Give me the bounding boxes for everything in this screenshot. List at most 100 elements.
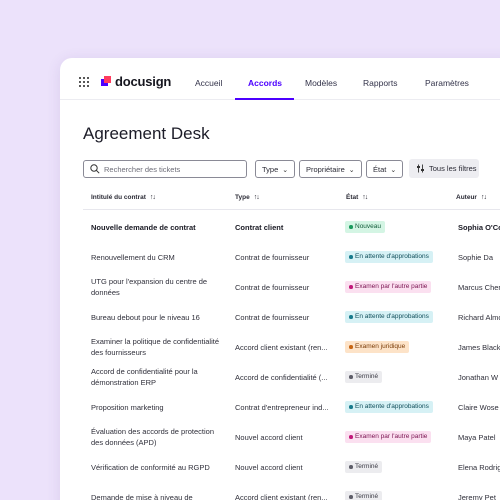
contract-type: Accord client existant (ren... bbox=[235, 493, 328, 500]
active-tab-indicator bbox=[235, 98, 294, 100]
table-row[interactable]: Bureau debout pour le niveau 16 Contrat d… bbox=[60, 303, 500, 333]
column-header-author[interactable]: Auteur ↑↓ bbox=[456, 194, 487, 201]
table-row[interactable]: Proposition marketing Contrat d'entrepren… bbox=[60, 393, 500, 423]
nav-item-parametres[interactable]: Paramètres bbox=[425, 78, 469, 88]
status-label: Examen juridique bbox=[355, 343, 406, 350]
sort-icon: ↑↓ bbox=[480, 194, 487, 201]
table-row[interactable]: Nouvelle demande de contrat Contrat clien… bbox=[60, 213, 500, 243]
sort-icon: ↑↓ bbox=[149, 194, 156, 201]
author-name: Sophia O'Co bbox=[458, 223, 500, 232]
table-row[interactable]: Évaluation des accords de protection des… bbox=[60, 423, 500, 453]
contract-type: Contrat de fournisseur bbox=[235, 283, 310, 292]
search-box[interactable] bbox=[83, 160, 247, 178]
status-label: Examen par l'autre partie bbox=[355, 433, 428, 440]
status-label: En attente d'approbations bbox=[355, 403, 429, 410]
column-title-label: Intitulé du contrat bbox=[91, 194, 146, 201]
status-badge: Terminé bbox=[345, 491, 383, 500]
chevron-down-icon: ⌄ bbox=[282, 167, 289, 174]
contract-title[interactable]: Bureau debout pour le niveau 16 bbox=[91, 312, 221, 323]
nav-item-rapports[interactable]: Rapports bbox=[363, 78, 398, 88]
status-label: Nouveau bbox=[355, 223, 382, 230]
contract-type: Nouvel accord client bbox=[235, 463, 303, 472]
status-dot-icon bbox=[349, 375, 353, 379]
status-dot-icon bbox=[349, 315, 353, 319]
status-badge: En attente d'approbations bbox=[345, 251, 433, 263]
chevron-down-icon: ⌄ bbox=[348, 167, 355, 174]
status-badge: Examen par l'autre partie bbox=[345, 281, 432, 293]
filter-type-dropdown[interactable]: Type ⌄ bbox=[255, 160, 296, 178]
status-badge: Terminé bbox=[345, 461, 383, 473]
contract-title[interactable]: Renouvellement du CRM bbox=[91, 252, 221, 263]
top-navigation-bar: docusign Accueil Accords Modèles Rapport… bbox=[60, 58, 500, 100]
contract-type: Contrat de fournisseur bbox=[235, 253, 310, 262]
author-name: Maya Patel bbox=[458, 433, 496, 442]
status-badge: Examen par l'autre partie bbox=[345, 431, 432, 443]
column-header-state[interactable]: État ↑↓ bbox=[346, 194, 368, 201]
logo-text: docusign bbox=[115, 73, 172, 89]
sort-icon: ↑↓ bbox=[253, 194, 260, 201]
nav-item-modeles[interactable]: Modèles bbox=[305, 78, 337, 88]
contract-type: Accord client existant (ren... bbox=[235, 343, 328, 352]
contract-type: Contrat client bbox=[235, 223, 284, 232]
column-header-type[interactable]: Type ↑↓ bbox=[235, 194, 260, 201]
filter-type-label: Type bbox=[262, 165, 279, 174]
all-filters-label: Tous les filtres bbox=[429, 164, 477, 173]
status-dot-icon bbox=[349, 435, 353, 439]
contract-title[interactable]: Demande de mise à niveau de bbox=[91, 492, 221, 500]
author-name: Elena Rodrig bbox=[458, 463, 500, 472]
contract-title[interactable]: Évaluation des accords de protection des… bbox=[91, 426, 221, 448]
author-name: Jonathan W bbox=[458, 373, 499, 382]
author-name: Marcus Cher bbox=[458, 283, 500, 292]
nav-item-accueil[interactable]: Accueil bbox=[195, 78, 222, 88]
all-filters-button[interactable]: Tous les filtres bbox=[409, 159, 479, 178]
status-dot-icon bbox=[349, 255, 353, 259]
status-label: Examen par l'autre partie bbox=[355, 283, 428, 290]
contract-title[interactable]: UTG pour l'expansion du centre de donnée… bbox=[91, 276, 221, 298]
contract-type: Contrat de fournisseur bbox=[235, 313, 310, 322]
docusign-logo[interactable]: docusign bbox=[101, 73, 172, 89]
contract-title[interactable]: Accord de confidentialité pour la démons… bbox=[91, 366, 221, 388]
nav-item-accords[interactable]: Accords bbox=[248, 78, 282, 88]
header-divider bbox=[83, 209, 500, 210]
sort-icon: ↑↓ bbox=[362, 194, 368, 201]
contract-title[interactable]: Vérification de conformité au RGPD bbox=[91, 462, 221, 473]
contract-title[interactable]: Proposition marketing bbox=[91, 402, 221, 413]
docusign-logo-mark-icon bbox=[101, 75, 112, 87]
status-dot-icon bbox=[349, 405, 353, 409]
app-launcher-icon[interactable] bbox=[79, 77, 89, 87]
chevron-down-icon: ⌄ bbox=[390, 167, 397, 174]
search-input[interactable] bbox=[104, 163, 242, 175]
status-badge: En attente d'approbations bbox=[345, 311, 433, 323]
app-window: docusign Accueil Accords Modèles Rapport… bbox=[60, 58, 500, 500]
status-badge: Nouveau bbox=[345, 221, 386, 233]
status-label: En attente d'approbations bbox=[355, 313, 429, 320]
author-name: Claire Wose bbox=[458, 403, 499, 412]
table-row[interactable]: Accord de confidentialité pour la démons… bbox=[60, 363, 500, 393]
author-name: James Black bbox=[458, 343, 500, 352]
table-row[interactable]: UTG pour l'expansion du centre de donnée… bbox=[60, 273, 500, 303]
filter-owner-dropdown[interactable]: Propriétaire ⌄ bbox=[299, 160, 362, 178]
column-state-label: État bbox=[346, 194, 359, 201]
filter-state-dropdown[interactable]: État ⌄ bbox=[366, 160, 404, 178]
contract-type: Contrat d'entrepreneur ind... bbox=[235, 403, 329, 412]
status-badge: Terminé bbox=[345, 371, 383, 383]
table-row[interactable]: Renouvellement du CRM Contrat de fourniss… bbox=[60, 243, 500, 273]
status-badge: En attente d'approbations bbox=[345, 401, 433, 413]
column-header-title[interactable]: Intitulé du contrat ↑↓ bbox=[91, 194, 156, 201]
status-dot-icon bbox=[349, 465, 353, 469]
table-header: Intitulé du contrat ↑↓ Type ↑↓ État ↑↓ Aute… bbox=[60, 194, 500, 208]
status-label: Terminé bbox=[355, 493, 379, 500]
status-label: Terminé bbox=[355, 373, 379, 380]
table-row[interactable]: Examiner la politique de confidentialité… bbox=[60, 333, 500, 363]
contract-type: Nouvel accord client bbox=[235, 433, 303, 442]
status-dot-icon bbox=[349, 225, 353, 229]
filter-owner-label: Propriétaire bbox=[306, 165, 345, 174]
page-title: Agreement Desk bbox=[83, 124, 210, 143]
filter-state-label: État bbox=[373, 165, 387, 174]
contract-title[interactable]: Examiner la politique de confidentialité… bbox=[91, 336, 221, 358]
contract-title[interactable]: Nouvelle demande de contrat bbox=[91, 222, 221, 233]
column-type-label: Type bbox=[235, 194, 250, 201]
status-dot-icon bbox=[349, 495, 353, 499]
table-row[interactable]: Vérification de conformité au RGPD Nouvel… bbox=[60, 453, 500, 483]
table-row[interactable]: Demande de mise à niveau de Accord client… bbox=[60, 483, 500, 500]
